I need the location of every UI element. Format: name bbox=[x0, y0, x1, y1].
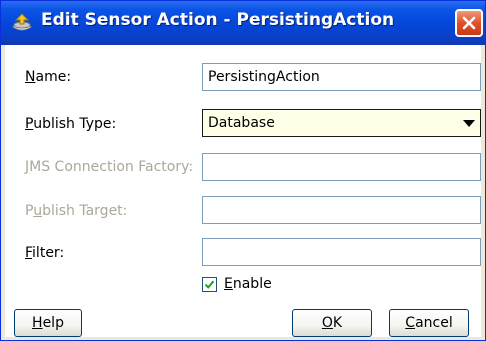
close-button[interactable] bbox=[455, 9, 483, 37]
publish-type-select[interactable]: Database bbox=[202, 109, 481, 137]
cancel-button[interactable]: Cancel bbox=[389, 309, 469, 337]
filter-label: Filter: bbox=[25, 245, 65, 261]
publish-target-label: Publish Target: bbox=[25, 203, 128, 219]
dialog-title: Edit Sensor Action - PersistingAction bbox=[41, 10, 395, 30]
publish-type-value: Database bbox=[208, 115, 275, 131]
enable-label[interactable]: Enable bbox=[224, 276, 272, 292]
name-input[interactable]: PersistingAction bbox=[202, 63, 481, 91]
ok-button[interactable]: OK bbox=[292, 309, 372, 337]
jms-connection-factory-input[interactable] bbox=[202, 153, 481, 181]
filter-input[interactable] bbox=[202, 238, 481, 266]
publish-target-input[interactable] bbox=[202, 196, 481, 224]
help-button[interactable]: Help bbox=[14, 309, 82, 337]
jms-connection-factory-label: JMS Connection Factory: bbox=[25, 159, 194, 175]
dialog-window: Edit Sensor Action - PersistingAction Na… bbox=[0, 0, 486, 341]
dropdown-arrow-icon[interactable] bbox=[463, 120, 475, 127]
publish-type-label: Publish Type: bbox=[25, 116, 117, 132]
name-label: Name: bbox=[25, 69, 72, 85]
dialog-content: Name: PersistingAction Publish Type: Dat… bbox=[5, 45, 481, 337]
close-icon bbox=[462, 16, 476, 30]
title-bar[interactable]: Edit Sensor Action - PersistingAction bbox=[1, 1, 485, 45]
sensor-action-icon bbox=[9, 11, 35, 35]
enable-checkbox[interactable] bbox=[202, 277, 217, 292]
checkmark-icon bbox=[204, 280, 215, 289]
